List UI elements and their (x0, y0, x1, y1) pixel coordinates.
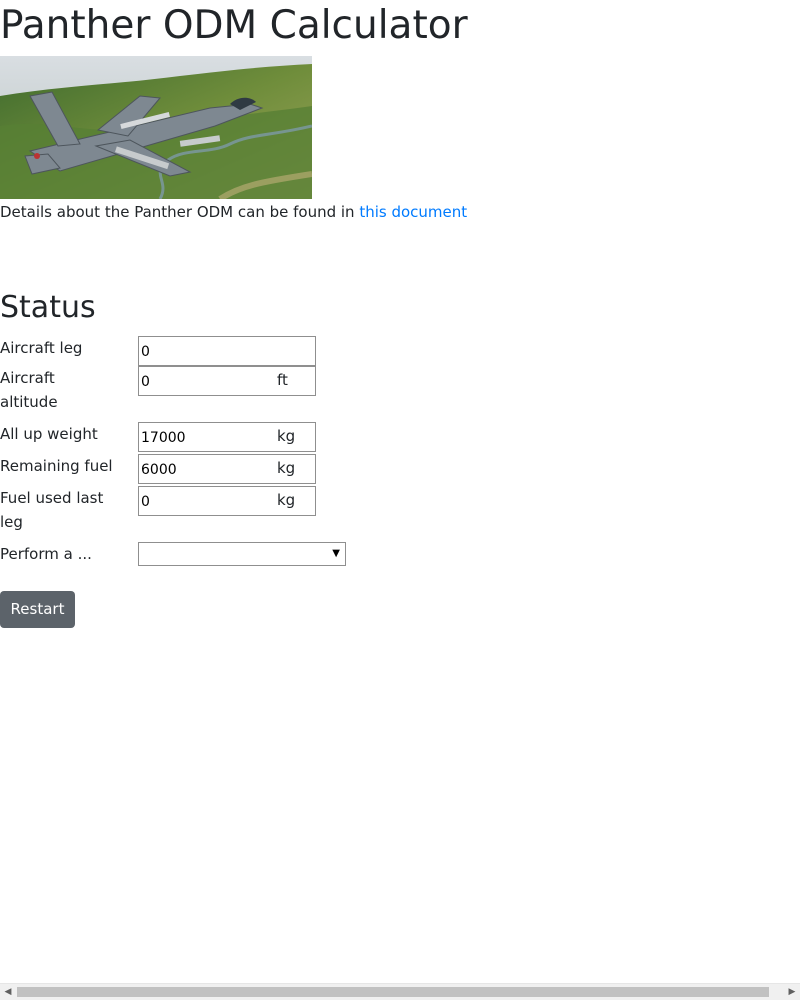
remaining-fuel-input[interactable]: 6000 kg (138, 454, 316, 484)
fuel-used-last-leg-label: Fuel used last leg (0, 489, 104, 531)
fuel-used-last-leg-unit: kg (277, 491, 296, 509)
intro-text: Details about the Panther ODM can be fou… (0, 203, 360, 221)
all-up-weight-input[interactable]: 17000 kg (138, 422, 316, 452)
intro-paragraph: Details about the Panther ODM can be fou… (0, 201, 467, 223)
remaining-fuel-unit: kg (277, 459, 296, 477)
aircraft-altitude-row: Aircraft altitude 0 ft (0, 366, 400, 414)
fuel-used-last-leg-value: 0 (141, 494, 150, 510)
restart-button[interactable]: Restart (0, 591, 75, 628)
perform-label: Perform a ... (0, 545, 92, 563)
aircraft-altitude-label: Aircraft altitude (0, 369, 58, 411)
page-title: Panther ODM Calculator (0, 3, 468, 48)
aircraft-altitude-input[interactable]: 0 ft (138, 366, 316, 396)
page: Panther ODM Calculator Details about the… (0, 0, 800, 1000)
aircraft-leg-label: Aircraft leg (0, 339, 83, 357)
fuel-used-last-leg-row: Fuel used last leg 0 kg (0, 486, 400, 534)
perform-row: Perform a ... ▼ (0, 542, 400, 568)
aircraft-leg-input[interactable]: 0 (138, 336, 316, 366)
all-up-weight-value: 17000 (141, 430, 186, 446)
caret-down-icon: ▼ (332, 548, 340, 559)
perform-select[interactable]: ▼ (138, 542, 346, 566)
scrollbar-thumb[interactable] (17, 987, 769, 997)
all-up-weight-row: All up weight 17000 kg (0, 422, 400, 452)
fuel-used-last-leg-input[interactable]: 0 kg (138, 486, 316, 516)
all-up-weight-unit: kg (277, 427, 296, 445)
aircraft-leg-value: 0 (141, 344, 150, 360)
aircraft-altitude-unit: ft (277, 371, 288, 389)
horizontal-scrollbar[interactable]: ◀ ▶ (0, 983, 800, 1000)
all-up-weight-label: All up weight (0, 425, 98, 443)
scroll-left-icon[interactable]: ◀ (0, 985, 16, 1000)
remaining-fuel-label: Remaining fuel (0, 457, 113, 475)
remaining-fuel-row: Remaining fuel 6000 kg (0, 454, 400, 484)
aircraft-altitude-value: 0 (141, 374, 150, 390)
status-heading: Status (0, 290, 96, 325)
scroll-right-icon[interactable]: ▶ (784, 985, 800, 1000)
jet-aircraft-image (0, 56, 312, 199)
remaining-fuel-value: 6000 (141, 462, 177, 478)
aircraft-leg-row: Aircraft leg 0 (0, 336, 400, 366)
document-link[interactable]: this document (359, 203, 467, 221)
